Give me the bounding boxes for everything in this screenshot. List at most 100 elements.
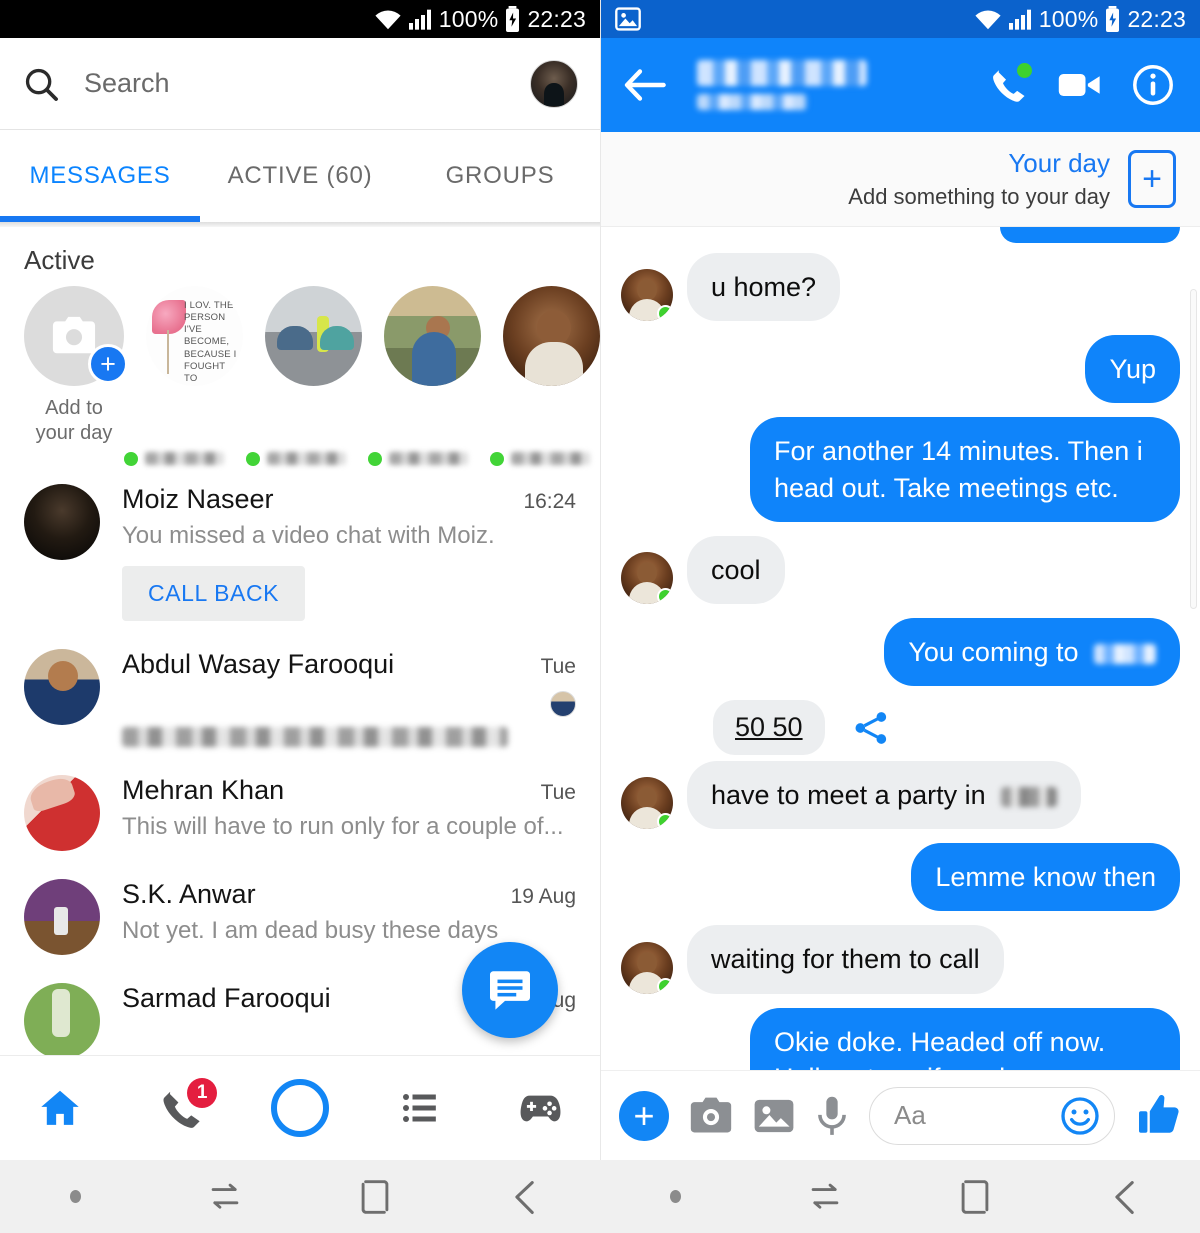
clock-label: 22:23 [527, 5, 586, 32]
your-day-title: Your day [1008, 148, 1110, 179]
avatar[interactable] [24, 648, 100, 725]
header-actions [988, 63, 1178, 106]
message-row-incoming: cool [621, 535, 1180, 604]
avatar[interactable] [621, 941, 673, 994]
message-bubble[interactable]: For another 14 minutes. Then i head out.… [750, 417, 1180, 522]
your-day-bar[interactable]: Your day Add something to your day + [601, 132, 1200, 227]
plus-circle-icon[interactable]: + [619, 1090, 669, 1141]
add-story-plus-badge[interactable]: + [88, 344, 128, 384]
call-back-button[interactable]: CALL BACK [122, 565, 306, 621]
like-button[interactable] [1135, 1094, 1183, 1138]
message-bubble[interactable]: u home? [687, 253, 841, 322]
story-thumbnail-3[interactable] [384, 286, 481, 386]
message-row-incoming: have to meet a party in [621, 761, 1180, 830]
home-icon [38, 1086, 82, 1130]
nav-home-button[interactable] [300, 1160, 450, 1233]
search-icon [22, 65, 70, 103]
conversation-header: S.K. Anwar 19 Aug [122, 879, 576, 910]
conversation-name: Moiz Naseer [122, 483, 274, 514]
conversation-row-mehran-khan[interactable]: Mehran Khan Tue This will have to run on… [0, 757, 600, 861]
avatar[interactable] [621, 269, 673, 322]
bottom-nav-calls[interactable]: 1 [120, 1056, 240, 1160]
bottom-nav-games[interactable] [480, 1056, 600, 1160]
conversation-header: Abdul Wasay Farooqui Tue [122, 649, 576, 717]
share-icon[interactable] [851, 708, 891, 748]
bottom-nav-camera[interactable] [240, 1056, 360, 1160]
message-bubble-cut-off [1000, 227, 1180, 243]
message-scroll-area[interactable]: u home? Yup For another 14 minutes. Then… [601, 227, 1200, 1070]
nav-recents-button[interactable] [150, 1160, 300, 1233]
android-navigation-bar [0, 1160, 1200, 1233]
message-bubble[interactable]: Yup [1085, 335, 1180, 404]
tab-active[interactable]: ACTIVE (60) [200, 130, 400, 222]
nav-back-button[interactable] [450, 1160, 600, 1233]
redacted-name [267, 452, 346, 466]
avatar[interactable] [24, 483, 100, 560]
nav-home-button[interactable] [900, 1160, 1050, 1233]
nav-back-button[interactable] [1050, 1160, 1200, 1233]
conversation-time: Tue [540, 654, 576, 678]
contact-title[interactable] [685, 60, 970, 110]
conversation-scroll-area[interactable]: Active + Add to your day I LOV. THE PERS… [0, 227, 600, 1055]
nav-dot-button[interactable] [600, 1160, 750, 1233]
new-message-icon [485, 965, 535, 1015]
battery-percent-label: 100% [1038, 5, 1099, 32]
status-bar-right: 100% 22:23 [601, 0, 1200, 38]
bottom-nav-people[interactable] [360, 1056, 480, 1160]
avatar[interactable] [24, 982, 100, 1055]
story-thumbnail-1[interactable]: I LOV. THE PERSON I'VE BECOME, BECAUSE I… [146, 286, 243, 386]
avatar-head-shape [637, 279, 657, 302]
message-input[interactable]: Aa [869, 1086, 1115, 1145]
nav-dot-button[interactable] [0, 1160, 150, 1233]
new-message-fab[interactable] [462, 942, 558, 1038]
profile-avatar[interactable] [530, 59, 578, 108]
message-bubble-link[interactable]: 50 50 [713, 700, 825, 756]
search-bar[interactable]: Search [0, 38, 600, 130]
avatar[interactable] [621, 551, 673, 604]
avatar[interactable] [24, 878, 100, 955]
camera-icon[interactable] [689, 1097, 733, 1135]
tab-groups[interactable]: GROUPS [400, 130, 600, 222]
avatar[interactable] [621, 777, 673, 830]
info-icon[interactable] [1132, 64, 1174, 106]
clock-label: 22:23 [1127, 5, 1186, 32]
message-bubble[interactable]: cool [687, 535, 785, 604]
online-dot [657, 587, 673, 604]
add-to-your-day-button[interactable]: + [1128, 150, 1176, 208]
home-square-icon [358, 1178, 392, 1216]
nav-recents-button[interactable] [750, 1160, 900, 1233]
image-notification-icon [615, 7, 641, 31]
story-thumbnail-4[interactable] [503, 286, 600, 386]
conversation-row-abdul-wasay-farooqui[interactable]: Abdul Wasay Farooqui Tue [0, 631, 600, 757]
chat-tabs: MESSAGES ACTIVE (60) GROUPS [0, 130, 600, 222]
message-bubble[interactable]: waiting for them to call [687, 925, 1004, 994]
message-bubble[interactable]: Okie doke. Headed off now. Holler at me … [750, 1007, 1180, 1070]
gallery-icon[interactable] [753, 1097, 795, 1135]
online-dot [657, 813, 673, 830]
avatar[interactable] [24, 774, 100, 851]
chat-scrollbar[interactable] [1190, 289, 1197, 609]
back-arrow-icon[interactable] [623, 67, 667, 103]
message-bubble[interactable]: Lemme know then [911, 843, 1180, 912]
dot-icon [69, 1190, 81, 1203]
audio-call-button[interactable] [988, 63, 1032, 105]
emoji-smiley-icon[interactable] [1060, 1096, 1100, 1136]
bottom-nav-home[interactable] [0, 1056, 120, 1160]
conversation-body: Abdul Wasay Farooqui Tue [100, 649, 576, 747]
conversation-row-moiz-naseer[interactable]: Moiz Naseer 16:24 You missed a video cha… [0, 466, 600, 631]
search-input[interactable]: Search [84, 68, 530, 99]
story-add-to-your-day[interactable]: + Add to your day [24, 286, 128, 446]
battery-charging-icon [1104, 6, 1121, 32]
camera-ring-icon [271, 1079, 329, 1137]
story-thumbnail-2[interactable] [265, 286, 362, 386]
message-bubble[interactable]: You coming to [884, 617, 1180, 687]
add-story-circle[interactable]: + [24, 286, 128, 386]
tab-messages[interactable]: MESSAGES [0, 130, 200, 222]
message-bubble[interactable]: have to meet a party in [687, 761, 1082, 830]
dual-pane-container: 100% 22:23 Search MESSAGES ACTIVE (60) G… [0, 0, 1200, 1160]
stories-row[interactable]: + Add to your day I LOV. THE PERSON I'VE… [0, 282, 600, 446]
microphone-icon[interactable] [815, 1095, 849, 1137]
app-screenshot: 100% 22:23 Search MESSAGES ACTIVE (60) G… [0, 0, 1200, 1233]
conversation-body: Mehran Khan Tue This will have to run on… [100, 775, 576, 841]
video-call-button[interactable] [1058, 69, 1102, 101]
